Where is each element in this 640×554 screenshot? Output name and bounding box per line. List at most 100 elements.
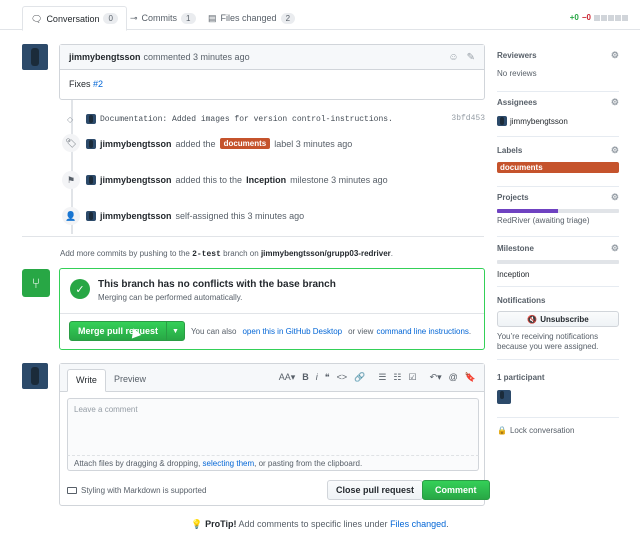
bold-icon[interactable]: B	[302, 372, 309, 383]
milestone-icon: ⚑	[62, 171, 80, 189]
notification-reason: You’re receiving notifications because y…	[497, 332, 599, 351]
branch-name: 2-test	[192, 250, 221, 259]
avatar	[22, 363, 48, 389]
label-chip[interactable]: documents	[219, 138, 271, 149]
check-icon: ✓	[70, 279, 90, 299]
comment-textarea[interactable]: Leave a comment	[67, 398, 479, 455]
sidebar-reviewers: Reviewers ⚙ No reviews	[497, 50, 619, 92]
comment-timestamp: commented 3 minutes ago	[143, 52, 250, 62]
reaction-icon[interactable]: ☺	[448, 52, 458, 63]
event-user[interactable]: jimmybengtsson	[100, 175, 172, 185]
event-user[interactable]: jimmybengtsson	[100, 139, 172, 149]
lock-conversation[interactable]: 🔒 Lock conversation	[497, 426, 574, 435]
commit-message[interactable]: Documentation: Added images for version …	[100, 115, 393, 124]
commit-icon: ⊸	[130, 13, 138, 23]
command-line-link[interactable]: command line instructions	[376, 327, 468, 336]
repo-name[interactable]: jimmybengtsson/grupp03-redriver	[261, 249, 391, 258]
sidebar-title[interactable]: Labels	[497, 146, 522, 155]
edit-icon[interactable]: ✎	[467, 52, 475, 63]
files-changed-link[interactable]: Files changed	[390, 519, 446, 529]
mute-icon: 🔇	[527, 314, 538, 324]
numbered-list-icon[interactable]: ☷	[393, 372, 401, 383]
gear-icon[interactable]: ⚙	[611, 243, 619, 254]
milestone-progress	[497, 260, 619, 264]
sidebar-title[interactable]: Milestone	[497, 244, 534, 253]
unsubscribe-button[interactable]: 🔇 Unsubscribe	[497, 311, 619, 327]
diffstat-blocks	[594, 14, 628, 21]
markdown-hint[interactable]: Styling with Markdown is supported	[67, 486, 206, 495]
sidebar-title[interactable]: Reviewers	[497, 51, 537, 60]
merge-pull-request-button[interactable]: Merge pull request	[70, 326, 166, 336]
merge-button-group: Merge pull request ▼	[69, 321, 185, 341]
project-name[interactable]: RedRiver (awaiting triage)	[497, 216, 589, 225]
comment-actions: ☺ ✎	[448, 52, 475, 63]
event-user[interactable]: jimmybengtsson	[100, 211, 172, 221]
close-pull-request-button[interactable]: Close pull request	[327, 480, 424, 500]
label-chip[interactable]: documents	[497, 162, 619, 173]
light-bulb-icon: 💡	[191, 519, 203, 529]
push-hint: Add more commits by pushing to the 2-tes…	[60, 249, 393, 259]
milestone-link[interactable]: Inception	[246, 175, 286, 185]
bookmark-icon[interactable]: 🔖	[465, 372, 476, 383]
tab-write[interactable]: Write	[67, 369, 106, 392]
sidebar-title[interactable]: Projects	[497, 193, 529, 202]
gear-icon[interactable]: ⚙	[611, 50, 619, 61]
code-icon[interactable]: <>	[337, 372, 348, 383]
protip-text: .	[446, 519, 449, 529]
comment-author[interactable]: jimmybengtsson	[69, 52, 141, 62]
chevron-down-icon[interactable]: ▼	[166, 322, 184, 340]
sidebar-participants: 1 participant	[497, 373, 619, 418]
markdown-toolbar: AA▾ B i ❝ <> 🔗 ☰ ☷ ☑ ↶▾ @ 🔖	[279, 372, 476, 383]
push-hint-text: branch on	[223, 249, 259, 258]
timeline-divider	[22, 236, 484, 237]
comment-button[interactable]: Comment	[422, 480, 490, 500]
tab-conversation[interactable]: 🗨 Conversation 0	[22, 6, 127, 31]
mention-icon[interactable]: @	[449, 372, 458, 383]
label-event: jimmybengtsson added the documents label…	[86, 138, 352, 149]
person-icon: 👤	[62, 207, 80, 225]
project-progress-fill	[497, 209, 558, 213]
milestone-event: jimmybengtsson added this to the Incepti…	[86, 175, 388, 185]
protip-text: Add comments to specific lines under	[238, 519, 388, 529]
commit-sha[interactable]: 3bfd453	[451, 114, 485, 123]
sidebar-title: Notifications	[497, 296, 546, 305]
open-in-desktop-link[interactable]: open this in GitHub Desktop	[242, 327, 342, 336]
assignee-name[interactable]: jimmybengtsson	[510, 117, 568, 126]
task-list-icon[interactable]: ☑	[409, 372, 417, 383]
sidebar-labels: Labels ⚙ documents	[497, 145, 619, 187]
avatar[interactable]	[86, 138, 96, 149]
gear-icon[interactable]: ⚙	[611, 145, 619, 156]
reply-icon[interactable]: ↶▾	[430, 372, 442, 383]
attach-hint[interactable]: Attach files by dragging & dropping, sel…	[67, 455, 479, 471]
unsubscribe-label: Unsubscribe	[540, 314, 589, 324]
avatar[interactable]	[86, 114, 96, 124]
git-commit-icon: ◇	[67, 115, 74, 124]
attach-text: Attach files by dragging & dropping,	[74, 459, 201, 468]
link-icon[interactable]: 🔗	[354, 372, 365, 383]
merge-hint-text: You can also	[190, 326, 237, 336]
milestone-name[interactable]: Inception	[497, 270, 529, 279]
issue-link[interactable]: #2	[93, 79, 103, 89]
bullet-list-icon[interactable]: ☰	[378, 372, 386, 383]
tab-preview[interactable]: Preview	[106, 369, 154, 392]
select-files-link[interactable]: selecting them	[203, 459, 255, 468]
header-icon[interactable]: AA▾	[279, 372, 296, 383]
avatar[interactable]	[497, 116, 507, 126]
comment-text: Fixes	[69, 79, 91, 89]
tab-commits[interactable]: ⊸ Commits 1	[122, 6, 204, 30]
tab-files-changed[interactable]: ▤ Files changed 2	[200, 6, 303, 30]
git-merge-icon: ⑂	[22, 269, 50, 297]
quote-icon[interactable]: ❝	[325, 372, 330, 383]
assign-event: jimmybengtsson self-assigned this 3 minu…	[86, 211, 304, 221]
avatar[interactable]	[497, 390, 511, 404]
merge-title: This branch has no conflicts with the ba…	[98, 279, 336, 290]
avatar[interactable]	[86, 175, 96, 185]
sidebar-title[interactable]: Assignees	[497, 98, 537, 107]
italic-icon[interactable]: i	[316, 372, 318, 383]
avatar[interactable]	[86, 211, 96, 221]
gear-icon[interactable]: ⚙	[611, 192, 619, 203]
push-hint-text: Add more commits by pushing to the	[60, 249, 190, 258]
tab-counter: 2	[280, 12, 296, 24]
avatar[interactable]	[22, 44, 48, 70]
gear-icon[interactable]: ⚙	[611, 97, 619, 108]
